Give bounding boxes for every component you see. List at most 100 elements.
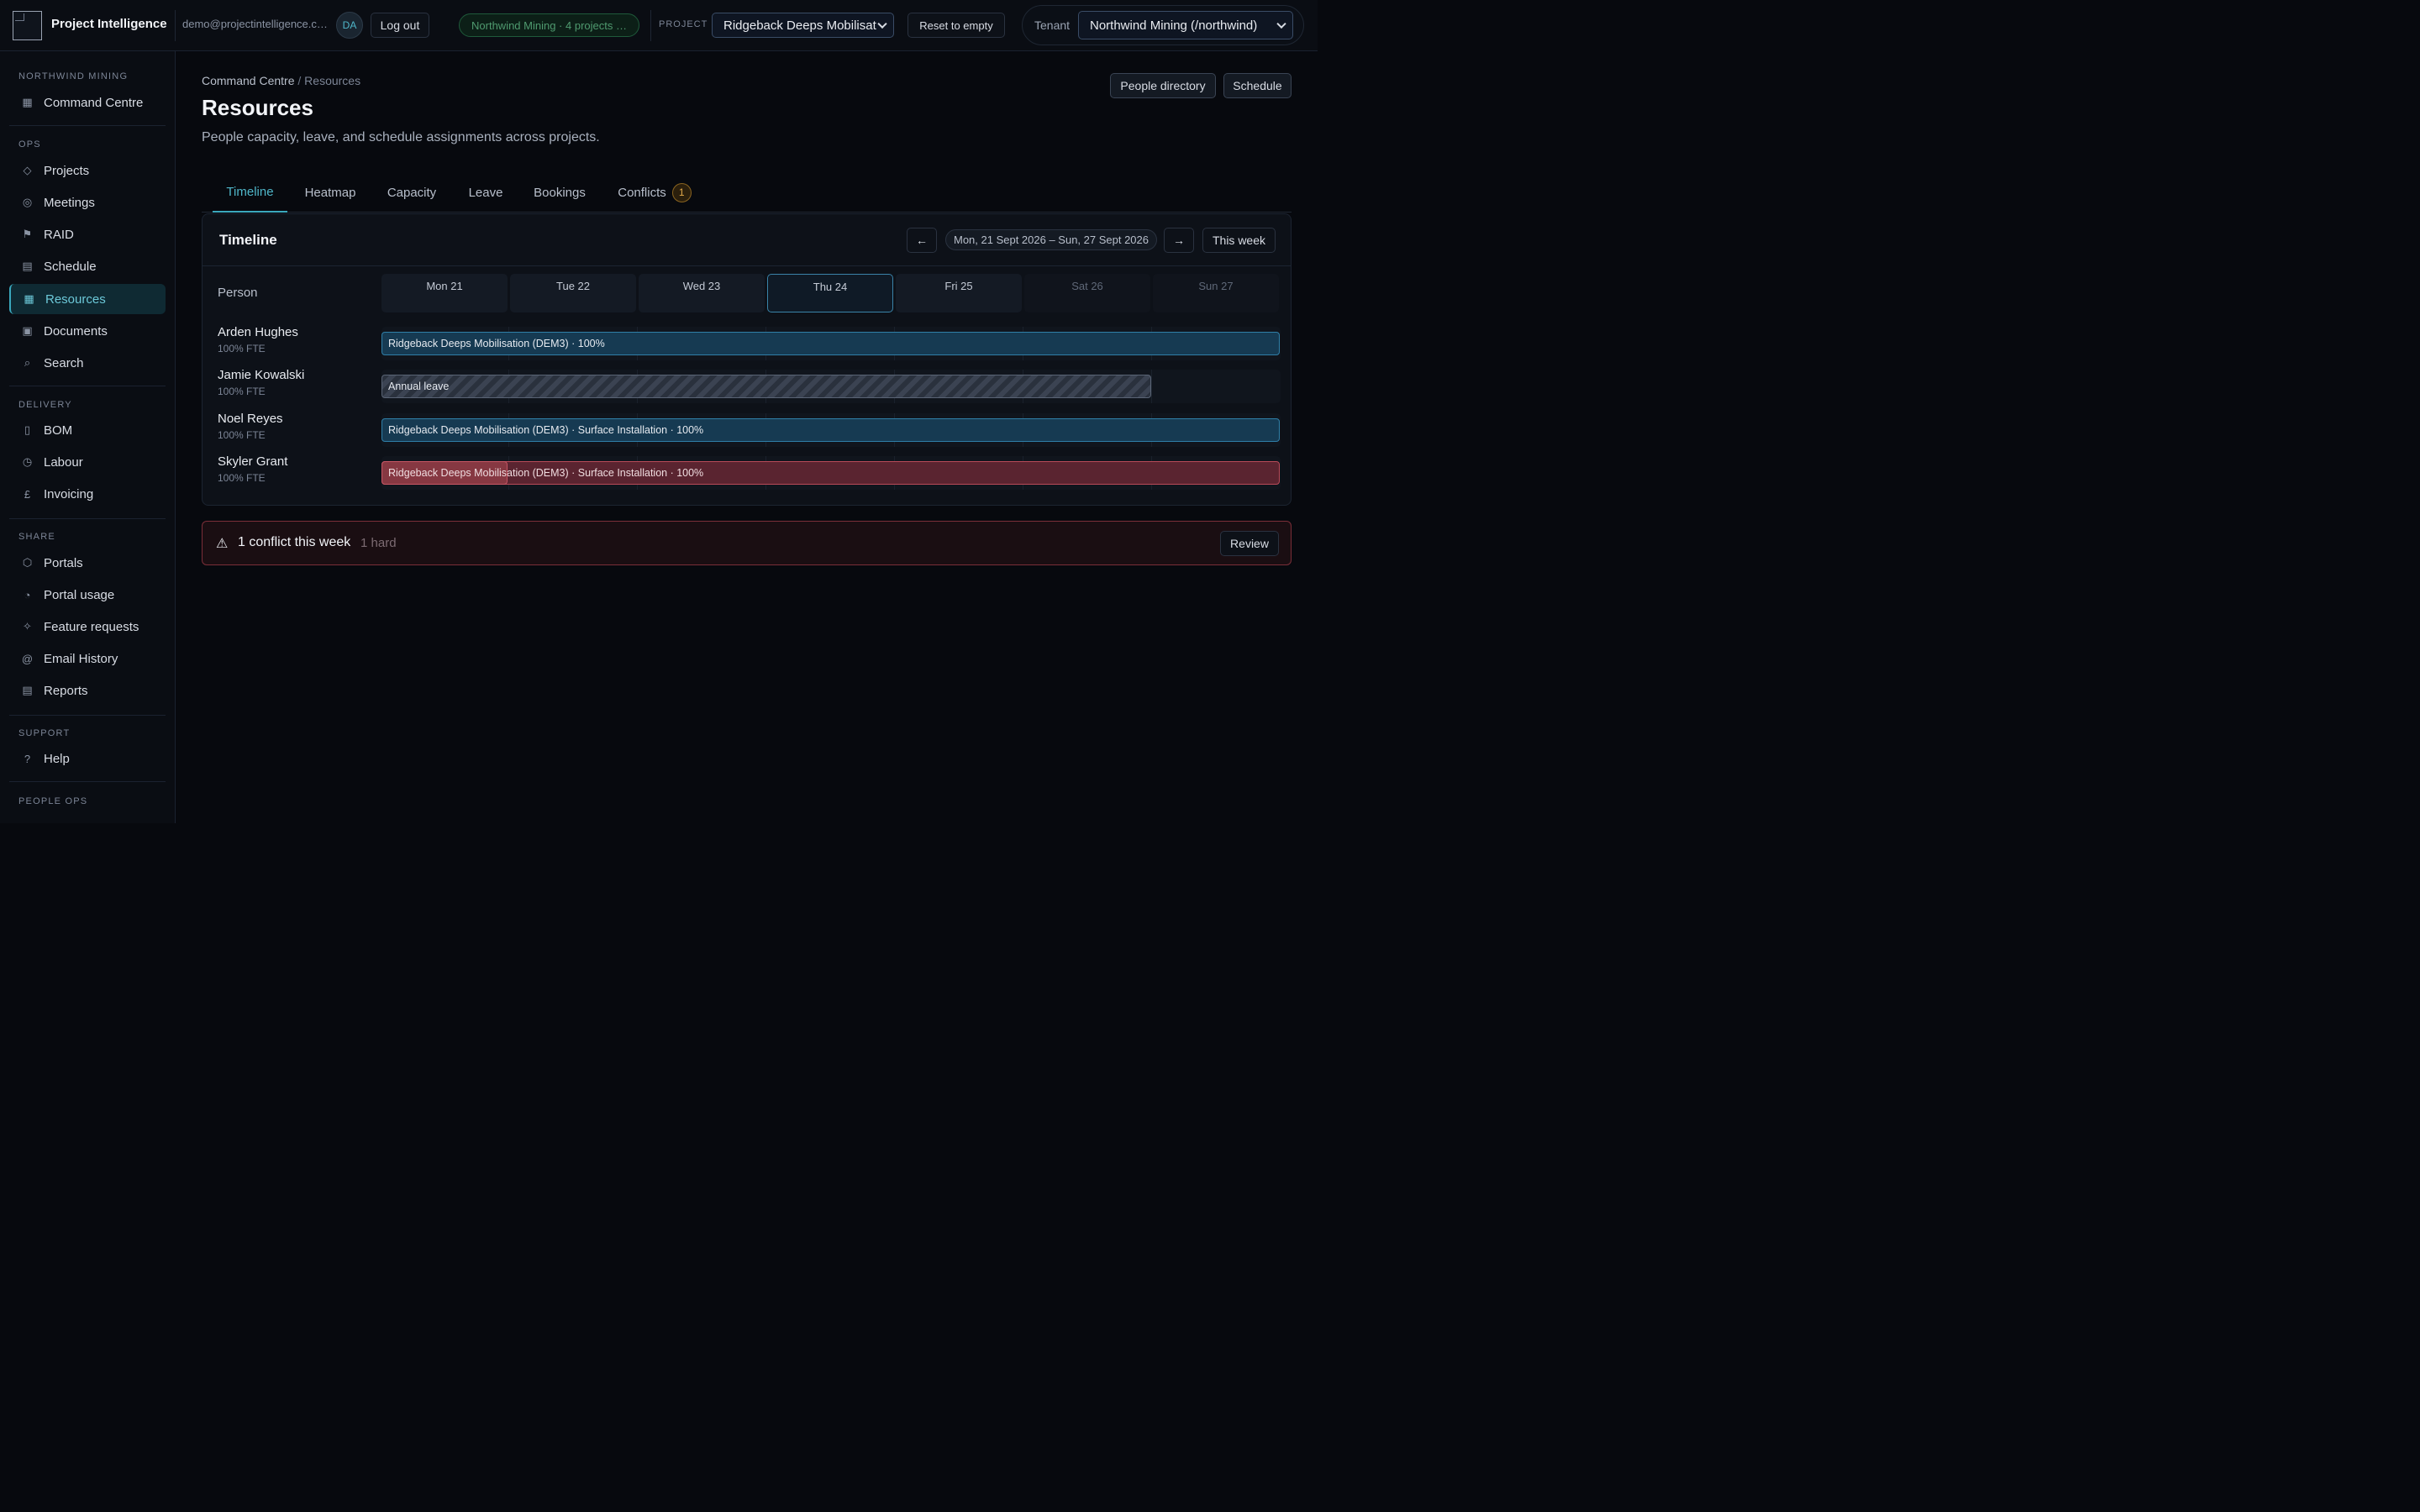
schedule-button[interactable]: Schedule	[1223, 73, 1292, 98]
grid-icon: ▦	[22, 96, 33, 108]
person-fte: 100% FTE	[218, 343, 266, 354]
warning-icon: ⚠	[216, 537, 229, 551]
sidebar-item-raid[interactable]: ⚑ RAID	[9, 219, 166, 249]
report-icon: ▤	[22, 684, 33, 696]
page-subtitle: People capacity, leave, and schedule ass…	[202, 130, 600, 144]
day-gridline	[1151, 370, 1152, 404]
breadcrumb-link-command-centre[interactable]: Command Centre	[202, 74, 295, 87]
divider	[650, 10, 651, 41]
person-fte: 100% FTE	[218, 428, 266, 441]
conflict-subtitle: 1 hard	[360, 536, 397, 550]
review-button[interactable]: Review	[1220, 531, 1279, 556]
person-fte: 100% FTE	[218, 386, 266, 398]
tab-timeline[interactable]: Timeline	[213, 172, 287, 213]
tenant-select-value: Northwind Mining (/northwind)	[1090, 18, 1258, 33]
sidebar-item-portals[interactable]: ⬡ Portals	[9, 548, 166, 578]
search-icon: ⌕	[24, 356, 31, 369]
person-name[interactable]: Arden Hughes	[218, 325, 298, 339]
project-select[interactable]: Ridgeback Deeps Mobilisat	[712, 13, 894, 38]
people-directory-button[interactable]: People directory	[1110, 73, 1216, 98]
sidebar-item-resources[interactable]: ▦ Resources	[9, 284, 166, 314]
tab-heatmap[interactable]: Heatmap	[296, 172, 365, 213]
person-column-header: Person	[218, 286, 258, 300]
pie-icon: ◔	[24, 588, 31, 601]
assignment-bar[interactable]: Ridgeback Deeps Mobilisation (DEM3) · Su…	[381, 417, 1280, 442]
section-title: SUPPORT	[18, 728, 71, 738]
sidebar-item-projects[interactable]: ◇ Projects	[9, 155, 166, 186]
timeline-panel-header: Timeline ← Mon, 21 Sept 2026 – Sun, 27 S…	[203, 214, 1291, 266]
conflict-assignment-bar[interactable]: Ridgeback Deeps Mobilisation (DEM3) · Su…	[381, 460, 1280, 485]
sidebar-item-invoicing[interactable]: £ Invoicing	[9, 479, 166, 509]
grid-icon: ▦	[24, 292, 34, 305]
logout-button[interactable]: Log out	[371, 13, 429, 38]
day-header: Mon 21	[381, 274, 508, 312]
clipboard-icon: ▯	[24, 423, 31, 436]
tenant-select[interactable]: Northwind Mining (/northwind)	[1078, 11, 1293, 39]
sidebar: NORTHWIND MINING ▦ Command Centre OPS ◇ …	[0, 51, 176, 823]
sidebar-item-label: Schedule	[44, 259, 97, 274]
next-week-button[interactable]: →	[1164, 228, 1194, 253]
section-title: DELIVERY	[18, 400, 72, 410]
sidebar-item-label: Command Centre	[44, 95, 144, 110]
chevron-down-icon	[1276, 18, 1286, 29]
sidebar-item-schedule[interactable]: ▤ Schedule	[9, 251, 166, 281]
tab-leave[interactable]: Leave	[460, 172, 511, 213]
breadcrumb: Command Centre / Resources	[202, 74, 360, 87]
leave-bar[interactable]: Annual leave	[381, 375, 1151, 399]
sidebar-item-label: Portal usage	[44, 587, 115, 602]
sidebar-item-help[interactable]: ? Help	[9, 743, 166, 774]
sidebar-item-label: Help	[44, 751, 70, 766]
sidebar-item-label: BOM	[44, 423, 73, 438]
user-email: demo@projectintelligence.com	[182, 18, 330, 30]
sidebar-item-label: Reports	[44, 683, 88, 698]
reset-button[interactable]: Reset to empty	[908, 13, 1005, 38]
sidebar-item-label: RAID	[44, 227, 74, 242]
tenant-summary-badge: Northwind Mining · 4 projects …	[459, 13, 639, 37]
calendar-icon: ▤	[22, 260, 33, 272]
document-icon: ▣	[22, 324, 33, 337]
sidebar-item-documents[interactable]: ▣ Documents	[9, 316, 166, 346]
assignment-bar[interactable]: Ridgeback Deeps Mobilisation (DEM3) · 10…	[381, 332, 1280, 355]
person-name[interactable]: Jamie Kowalski	[218, 368, 304, 382]
divider	[9, 715, 166, 716]
previous-week-button[interactable]: ←	[907, 228, 937, 253]
person-name[interactable]: Skyler Grant	[218, 454, 287, 469]
diamond-icon: ◇	[23, 164, 32, 176]
sidebar-item-labour[interactable]: ◷ Labour	[9, 447, 166, 477]
target-icon: ◎	[22, 196, 33, 208]
section-title: PEOPLE OPS	[18, 796, 88, 806]
person-name[interactable]: Noel Reyes	[218, 412, 283, 426]
conflict-count-badge: 1	[671, 182, 692, 202]
sidebar-item-label: Email History	[44, 651, 118, 666]
logo-icon	[13, 11, 42, 40]
conflict-assignment-bar[interactable]: Ridgeback Deeps Mobilisation	[381, 460, 508, 485]
sidebar-item-bom[interactable]: ▯ BOM	[9, 415, 166, 445]
sidebar-item-label: Portals	[44, 555, 83, 570]
sidebar-item-command-centre[interactable]: ▦ Command Centre	[9, 87, 166, 118]
project-label: PROJECT	[659, 19, 708, 29]
conflict-banner: ⚠ 1 conflict this week 1 hard Review	[202, 521, 1292, 565]
sidebar-item-feature-requests[interactable]: ✧ Feature requests	[9, 612, 166, 642]
day-header: Sun 27	[1153, 274, 1279, 312]
tab-capacity[interactable]: Capacity	[378, 172, 445, 213]
tab-conflicts[interactable]: Conflicts 1	[608, 172, 701, 213]
date-range: Mon, 21 Sept 2026 – Sun, 27 Sept 2026	[945, 229, 1157, 250]
hexagon-icon: ⬡	[22, 556, 33, 569]
sidebar-item-label: Projects	[44, 163, 90, 178]
this-week-button[interactable]: This week	[1202, 228, 1276, 253]
clock-icon: ◷	[22, 455, 33, 468]
help-icon: ?	[24, 752, 31, 765]
project-select-value: Ridgeback Deeps Mobilisat	[723, 18, 876, 33]
sidebar-item-reports[interactable]: ▤ Reports	[9, 675, 166, 706]
sidebar-item-meetings[interactable]: ◎ Meetings	[9, 187, 166, 218]
sidebar-item-label: Labour	[44, 454, 83, 470]
divider	[9, 518, 166, 519]
sidebar-item-portal-usage[interactable]: ◔ Portal usage	[9, 580, 166, 610]
conflict-title: 1 conflict this week	[238, 535, 351, 549]
sidebar-item-email-history[interactable]: @ Email History	[9, 643, 166, 674]
sidebar-item-search[interactable]: ⌕ Search	[9, 348, 166, 378]
tab-bookings[interactable]: Bookings	[526, 172, 593, 213]
avatar[interactable]: DA	[336, 12, 363, 39]
day-header: Fri 25	[896, 274, 1022, 312]
sparkle-icon: ✧	[23, 620, 32, 633]
